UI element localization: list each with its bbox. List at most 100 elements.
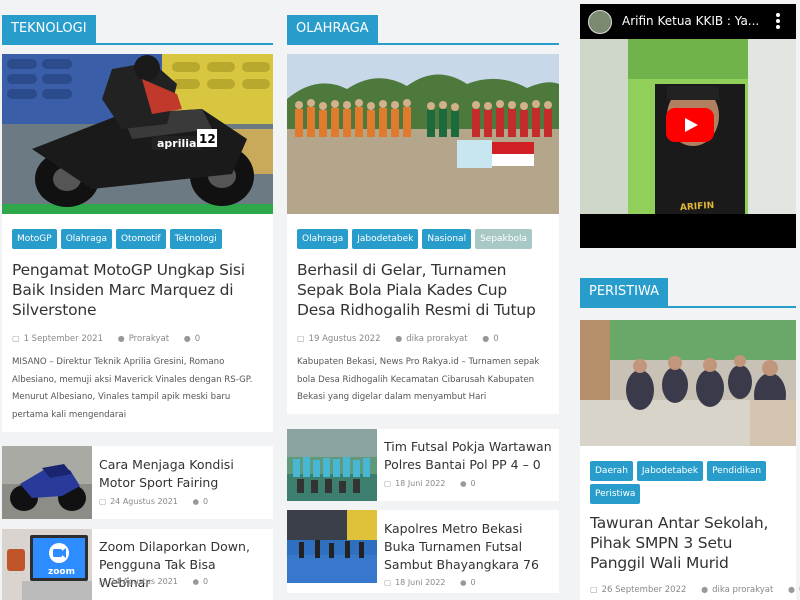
students-image — [580, 320, 796, 446]
author-text: Prorakyat — [128, 334, 170, 344]
section-header-olahraga: OLAHRAGA — [287, 15, 559, 45]
post-comments[interactable]: ●0 — [192, 577, 208, 586]
comment-count: 0 — [470, 479, 476, 488]
comment-count: 0 — [202, 497, 209, 506]
post-thumbnail[interactable] — [287, 429, 377, 501]
teknologi-column: TEKNOLOGI aprilia 12 MotoGP Olahraga Oto… — [2, 0, 273, 600]
post-meta: ▢ 18 Juni 2022 ● 0 — [384, 578, 476, 587]
post-author[interactable]: ● Prorakyat — [118, 334, 169, 344]
user-icon: ● — [701, 585, 709, 594]
post-comments[interactable]: ●0 — [192, 497, 208, 506]
calendar-icon: ▢ — [384, 479, 392, 488]
category-tag[interactable]: Teknologi — [169, 229, 222, 249]
featured-image[interactable] — [580, 320, 796, 446]
motogp-image: aprilia 12 — [2, 54, 273, 214]
channel-avatar[interactable] — [588, 10, 612, 34]
post-comments[interactable]: ●0 — [460, 479, 476, 488]
category-tag[interactable]: Olahraga — [297, 229, 349, 249]
comment-icon: ● — [788, 585, 796, 594]
post-comments[interactable]: ●0 — [460, 578, 476, 587]
category-tag[interactable]: Daerah — [590, 461, 633, 481]
post-author[interactable]: ● dika prorakyat — [395, 334, 467, 344]
featured-post-card: Olahraga Jabodetabek Nasional Sepakbola Ber… — [287, 54, 559, 414]
post-date[interactable]: ▢ 1 September 2021 — [12, 334, 103, 344]
post-meta: ▢ 24 Agustus 2021 ● 0 — [99, 577, 208, 586]
section-title[interactable]: PERISTIWA — [580, 278, 668, 306]
post-date[interactable]: ▢ 18 Juni 2022 — [384, 479, 445, 488]
post-comments[interactable]: ●0 — [788, 585, 800, 595]
post-author[interactable]: ● dika prorakyat — [701, 585, 773, 595]
comment-icon: ● — [183, 334, 191, 343]
post-comments[interactable]: ●0 — [482, 334, 498, 344]
featured-image[interactable]: aprilia 12 — [2, 54, 273, 214]
section-title[interactable]: TEKNOLOGI — [2, 15, 96, 43]
calendar-icon: ▢ — [99, 497, 107, 506]
svg-text:aprilia: aprilia — [157, 137, 196, 150]
comment-count: 0 — [470, 578, 476, 587]
post-date[interactable]: ▢ 26 September 2022 — [590, 585, 686, 595]
category-tag[interactable]: Olahraga — [60, 229, 112, 249]
author-text: dika prorakyat — [712, 585, 774, 595]
football-team-image — [287, 54, 559, 214]
category-tag[interactable]: Sepakbola — [475, 229, 533, 249]
calendar-icon: ▢ — [297, 334, 305, 343]
video-title[interactable]: Arifin Ketua KKIB : Ya... — [622, 14, 759, 28]
featured-post-card: Daerah Jabodetabek Pendidikan Peristiwa Taw… — [580, 320, 800, 600]
peristiwa-section: PERISTIWA — [580, 263, 796, 308]
comment-icon: ● — [192, 497, 199, 506]
category-tag[interactable]: Otomotif — [115, 229, 166, 249]
post-thumbnail[interactable] — [287, 510, 377, 583]
post-excerpt: MISANO – Direktur Teknik Aprilia Gresini… — [12, 357, 253, 420]
list-item-title[interactable]: Kapolres Metro Bekasi Buka Turnamen Futs… — [384, 520, 554, 574]
post-date[interactable]: ▢ 24 Agustus 2021 — [99, 577, 178, 586]
calendar-icon: ▢ — [99, 577, 107, 586]
calendar-icon: ▢ — [384, 578, 392, 587]
post-date[interactable]: ▢ 24 Agustus 2021 — [99, 497, 178, 506]
comment-icon: ● — [460, 479, 467, 488]
comment-icon: ● — [192, 577, 199, 586]
section-title[interactable]: OLAHRAGA — [287, 15, 378, 43]
list-item-title[interactable]: Tim Futsal Pokja Wartawan Polres Bantai … — [384, 438, 554, 474]
date-text: 26 September 2022 — [601, 585, 687, 595]
more-vert-icon[interactable] — [776, 13, 780, 29]
comment-count: 0 — [202, 577, 209, 586]
post-thumbnail[interactable] — [2, 446, 92, 519]
featured-post-title[interactable]: Tawuran Antar Sekolah, Pihak SMPN 3 Setu… — [580, 507, 796, 573]
zoom-laptop-image: zoom — [2, 529, 92, 600]
post-date[interactable]: ▢ 19 Agustus 2022 — [297, 334, 381, 344]
post-meta: ▢ 19 Agustus 2022 ● dika prorakyat ● 0 — [287, 320, 559, 344]
post-date[interactable]: ▢ 18 Juni 2022 — [384, 578, 445, 587]
category-tag[interactable]: MotoGP — [12, 229, 57, 249]
list-item: Cara Menjaga Kondisi Motor Sport Fairing… — [2, 446, 273, 519]
date-text: 19 Agustus 2022 — [308, 334, 381, 344]
category-tag[interactable]: Peristiwa — [590, 484, 641, 504]
youtube-play-icon[interactable] — [666, 108, 714, 142]
featured-post-title[interactable]: Berhasil di Gelar, Turnamen Sepak Bola P… — [287, 252, 559, 320]
post-meta: ▢26 September 2022 ●dika prorakyat ●0 — [580, 573, 800, 595]
post-thumbnail[interactable]: zoom — [2, 529, 92, 600]
category-tag[interactable]: Pendidikan — [707, 461, 767, 481]
youtube-embed[interactable]: Arifin Ketua KKIB : Ya... ARIFIN — [580, 4, 796, 248]
list-item-title[interactable]: Cara Menjaga Kondisi Motor Sport Fairing — [99, 456, 264, 492]
category-tags: Daerah Jabodetabek Pendidikan Peristiwa — [580, 446, 796, 507]
post-meta: ▢ 18 Juni 2022 ● 0 — [384, 479, 476, 488]
featured-image[interactable] — [287, 54, 559, 214]
category-tag[interactable]: Nasional — [422, 229, 472, 249]
category-tags: Olahraga Jabodetabek Nasional Sepakbola — [287, 214, 559, 252]
list-item: zoom Zoom Dilaporkan Down, Pengguna Tak … — [2, 529, 273, 600]
futsal-team-image — [287, 429, 377, 501]
date-text: 1 September 2021 — [23, 334, 103, 344]
video-title-bar: Arifin Ketua KKIB : Ya... — [580, 4, 796, 38]
comment-icon: ● — [460, 578, 467, 587]
post-excerpt: Kabupaten Bekasi, News Pro Rakya.id – Tu… — [297, 357, 540, 402]
featured-post-title[interactable]: Pengamat MotoGP Ungkap Sisi Baik Insiden… — [2, 252, 273, 320]
date-text: 24 Agustus 2021 — [110, 577, 178, 586]
author-text: dika prorakyat — [406, 334, 468, 344]
category-tag[interactable]: Jabodetabek — [352, 229, 419, 249]
svg-text:zoom: zoom — [48, 567, 75, 577]
post-comments[interactable]: ●0 — [184, 334, 200, 344]
category-tags: MotoGP Olahraga Otomotif Teknologi — [2, 214, 273, 252]
category-tag[interactable]: Jabodetabek — [636, 461, 704, 481]
user-icon: ● — [395, 334, 403, 343]
date-text: 18 Juni 2022 — [395, 479, 446, 488]
